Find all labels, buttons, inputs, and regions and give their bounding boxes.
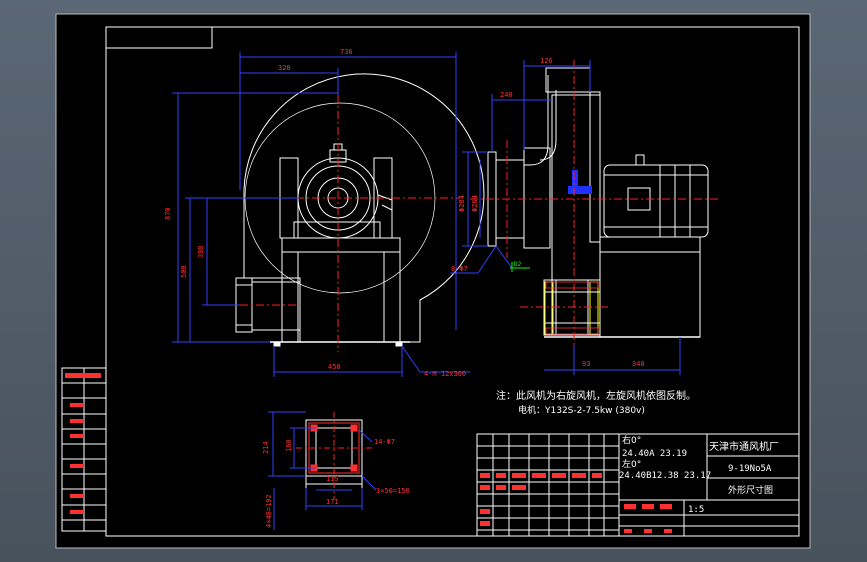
rotation-left: 左0°: [622, 458, 641, 470]
dim-inlet-bolts: 8-Φ7: [451, 265, 468, 273]
dim-anchor-bolts: 4-M 12x300: [424, 370, 466, 378]
drawing-scale: 1:5: [688, 505, 704, 515]
dim-inlet-dia-inner: Φ264: [471, 195, 479, 212]
cad-drawing-canvas: 736 328 870 500 388 450 126 240 Φ284 Φ26…: [55, 13, 811, 549]
spec-row-2: 24.40B12.38 23.17: [619, 471, 711, 481]
weld-mark-label: D2: [514, 261, 522, 268]
dim-flange-171: 171: [326, 498, 339, 506]
dim-flange-holes: 14-Φ7: [374, 438, 395, 446]
dim-center-offset: 328: [278, 64, 291, 72]
model-number: 9-19No5A: [728, 464, 772, 474]
dim-flange-side: 4×48=192: [265, 494, 273, 528]
dim-center-height: 500: [180, 265, 188, 278]
dim-flange-214: 214: [262, 441, 270, 454]
dim-overall-height: 870: [164, 207, 172, 220]
sheet-background: [55, 13, 811, 549]
rotation-right: 右0°: [622, 434, 641, 446]
dim-base-width: 450: [328, 363, 341, 371]
dim-outlet-height: 388: [197, 245, 205, 258]
dim-side-93: 93: [582, 360, 590, 368]
drawing-name: 外形尺寸图: [728, 484, 773, 496]
company-name: 天津市通风机厂: [709, 440, 779, 453]
dim-inlet-depth: 240: [500, 91, 513, 99]
note-line-2: 电机：Y132S-2-7.5kw (380v): [518, 404, 645, 416]
dim-overall-width: 736: [340, 48, 353, 56]
dim-side-340: 340: [632, 360, 645, 368]
spec-row-1: 24.40A 23.19: [622, 449, 687, 459]
dim-flange-115: 115: [326, 475, 339, 483]
dim-flange-pitch: 3×50=150: [376, 487, 410, 495]
dim-flange-160: 160: [285, 439, 293, 452]
dim-side-offset: 126: [540, 57, 553, 65]
note-line-1: 注：此风机为右旋风机，左旋风机依图反制。: [496, 389, 696, 402]
dim-inlet-dia-outer: Φ284: [458, 195, 466, 212]
